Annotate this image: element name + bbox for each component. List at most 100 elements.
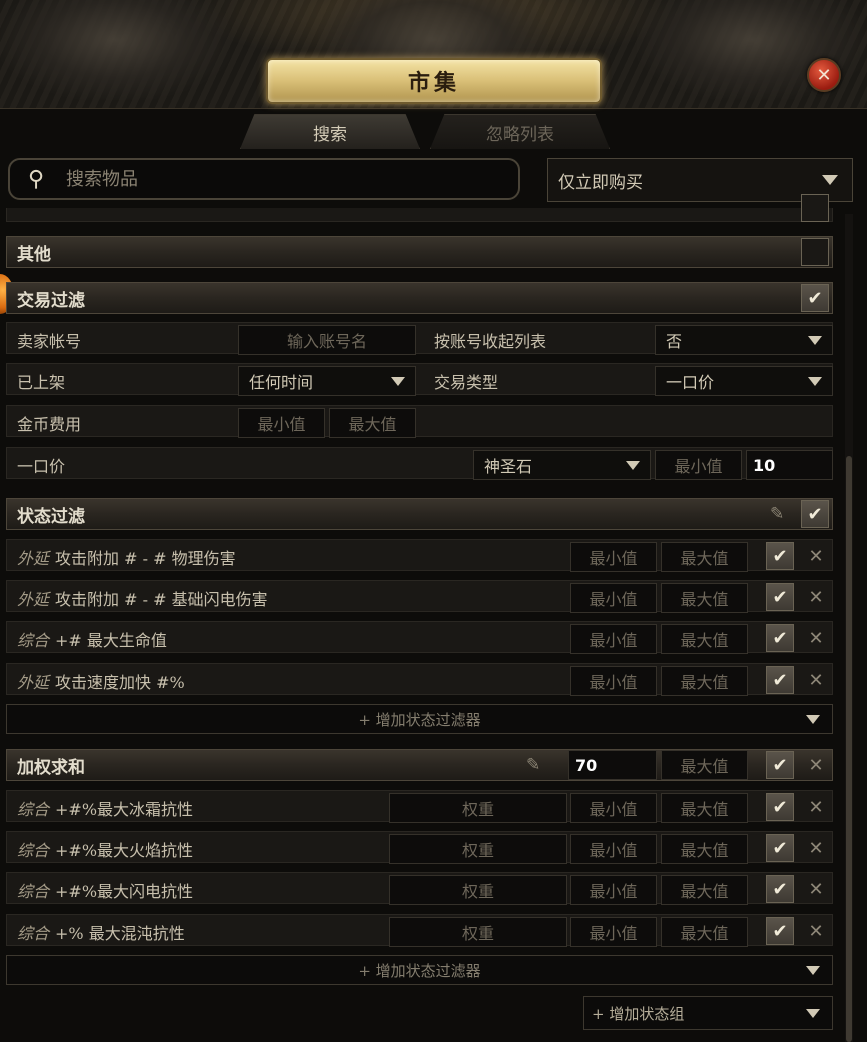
close-button[interactable]: ✕ [807, 58, 841, 92]
remove-icon[interactable]: ✕ [806, 921, 826, 942]
stat-prefix: 外延 [17, 673, 50, 692]
stat-row-checkbox[interactable]: ✔ [766, 917, 794, 945]
remove-icon[interactable]: ✕ [806, 797, 826, 818]
section-label: 交易过滤 [17, 290, 85, 311]
price-label: 一口价 [17, 457, 66, 476]
check-icon: ✔ [772, 837, 788, 859]
chevron-down-icon [806, 966, 820, 975]
trade-checkbox[interactable]: ✔ [801, 284, 829, 312]
weighted-max-input[interactable]: 最大值 [661, 750, 748, 780]
section-header-trade[interactable]: 交易过滤 ✔ [6, 282, 833, 314]
remove-icon[interactable]: ✕ [806, 755, 826, 776]
stat-max-input[interactable]: 最大值 [661, 624, 748, 654]
weighted-row: 综合 +#%最大闪电抗性 权重 最小值 最大值 ✔ ✕ [6, 872, 833, 905]
weight-input[interactable]: 权重 [389, 917, 567, 947]
stat-row-checkbox[interactable]: ✔ [766, 624, 794, 652]
check-icon: ✔ [772, 586, 788, 608]
currency-select[interactable]: 神圣石 [473, 450, 651, 480]
stat-prefix: 外延 [17, 549, 50, 568]
section-header-weighted[interactable]: 加权求和 ✎ 70 最大值 ✔ ✕ [6, 749, 833, 781]
weight-input[interactable]: 权重 [389, 793, 567, 823]
price-max-input[interactable]: 10 [746, 450, 833, 480]
stat-label: 外延 攻击附加 # - # 物理伤害 [17, 545, 236, 569]
stat-row: 外延 攻击附加 # - # 基础闪电伤害 最小值 最大值 ✔ ✕ [6, 580, 833, 613]
trade-type-select[interactable]: 一口价 [655, 366, 833, 396]
stat-row-checkbox[interactable]: ✔ [766, 793, 794, 821]
seller-input[interactable]: 输入账号名 [238, 325, 416, 355]
remove-icon[interactable]: ✕ [806, 879, 826, 900]
scrollbar-thumb[interactable] [846, 456, 852, 1042]
tab-search[interactable]: 搜索 [240, 114, 420, 149]
weight-input[interactable]: 权重 [389, 834, 567, 864]
chevron-down-icon [808, 376, 822, 386]
search-box: ⚲ [8, 158, 520, 200]
header-banner: 市集 ✕ [0, 0, 867, 109]
tab-ignore-list[interactable]: 忽略列表 [430, 114, 610, 149]
stat-prefix: 综合 [17, 631, 50, 650]
stat-checkbox[interactable]: ✔ [801, 500, 829, 528]
stat-max-input[interactable]: 最大值 [661, 542, 748, 572]
stat-row: 综合 +# 最大生命值 最小值 最大值 ✔ ✕ [6, 621, 833, 654]
add-stat-group-button[interactable]: + 增加状态组 [583, 996, 833, 1030]
filter-row-listed: 已上架 任何时间 交易类型 一口价 [6, 363, 833, 396]
remove-icon[interactable]: ✕ [806, 628, 826, 649]
stat-label: 综合 +% 最大混沌抗性 [17, 920, 185, 944]
stat-text: 攻击附加 # - # 基础闪电伤害 [55, 590, 268, 609]
stat-label: 外延 攻击附加 # - # 基础闪电伤害 [17, 586, 268, 610]
add-weighted-filter-button[interactable]: + 增加状态过滤器 [6, 955, 833, 985]
stat-max-input[interactable]: 最大值 [661, 834, 748, 864]
collapse-select[interactable]: 否 [655, 325, 833, 355]
stat-min-input[interactable]: 最小值 [570, 834, 657, 864]
weighted-min-input[interactable]: 70 [568, 750, 657, 780]
search-icon: ⚲ [28, 166, 45, 192]
remove-icon[interactable]: ✕ [806, 587, 826, 608]
stat-row-checkbox[interactable]: ✔ [766, 875, 794, 903]
stat-max-input[interactable]: 最大值 [661, 875, 748, 905]
edit-icon[interactable]: ✎ [526, 755, 540, 775]
stat-row: 外延 攻击速度加快 #% 最小值 最大值 ✔ ✕ [6, 663, 833, 696]
stat-max-input[interactable]: 最大值 [661, 666, 748, 696]
stat-row-checkbox[interactable]: ✔ [766, 834, 794, 862]
edit-icon[interactable]: ✎ [770, 504, 784, 524]
weight-input[interactable]: 权重 [389, 875, 567, 905]
remove-icon[interactable]: ✕ [806, 546, 826, 567]
stat-min-input[interactable]: 最小值 [570, 666, 657, 696]
stat-min-input[interactable]: 最小值 [570, 542, 657, 572]
fee-max-input[interactable]: 最大值 [329, 408, 416, 438]
search-input[interactable] [64, 167, 488, 191]
section-header-stat[interactable]: 状态过滤 ✎ ✔ [6, 498, 833, 530]
stat-min-input[interactable]: 最小值 [570, 624, 657, 654]
tab-bar: 搜索 忽略列表 [240, 114, 610, 149]
stat-row-checkbox[interactable]: ✔ [766, 542, 794, 570]
stat-prefix: 综合 [17, 924, 50, 943]
chevron-down-icon [806, 1009, 820, 1018]
fee-min-input[interactable]: 最小值 [238, 408, 325, 438]
stat-min-input[interactable]: 最小值 [570, 917, 657, 947]
stat-prefix: 外延 [17, 590, 50, 609]
stat-min-input[interactable]: 最小值 [570, 583, 657, 613]
misc-checkbox[interactable] [801, 238, 829, 266]
add-stat-filter-button[interactable]: + 增加状态过滤器 [6, 704, 833, 734]
price-min-input[interactable]: 最小值 [655, 450, 742, 480]
remove-icon[interactable]: ✕ [806, 670, 826, 691]
weighted-checkbox[interactable]: ✔ [766, 751, 794, 779]
stat-max-input[interactable]: 最大值 [661, 583, 748, 613]
stat-min-input[interactable]: 最小值 [570, 875, 657, 905]
stat-row-checkbox[interactable]: ✔ [766, 666, 794, 694]
hidden-row-checkbox[interactable] [801, 194, 829, 222]
stat-label: 综合 +# 最大生命值 [17, 627, 167, 651]
section-header-misc[interactable]: 其他 [6, 236, 833, 268]
fee-label: 金币费用 [17, 415, 82, 434]
chevron-down-icon [626, 460, 640, 470]
stat-max-input[interactable]: 最大值 [661, 917, 748, 947]
weighted-row: 综合 +% 最大混沌抗性 权重 最小值 最大值 ✔ ✕ [6, 914, 833, 947]
stat-max-input[interactable]: 最大值 [661, 793, 748, 823]
remove-icon[interactable]: ✕ [806, 838, 826, 859]
chevron-down-icon [822, 175, 838, 185]
collapse-label: 按账号收起列表 [434, 332, 547, 351]
listed-select[interactable]: 任何时间 [238, 366, 416, 396]
stat-row-checkbox[interactable]: ✔ [766, 583, 794, 611]
weighted-row: 综合 +#%最大冰霜抗性 权重 最小值 最大值 ✔ ✕ [6, 790, 833, 823]
stat-min-input[interactable]: 最小值 [570, 793, 657, 823]
collapse-value: 否 [666, 332, 683, 351]
